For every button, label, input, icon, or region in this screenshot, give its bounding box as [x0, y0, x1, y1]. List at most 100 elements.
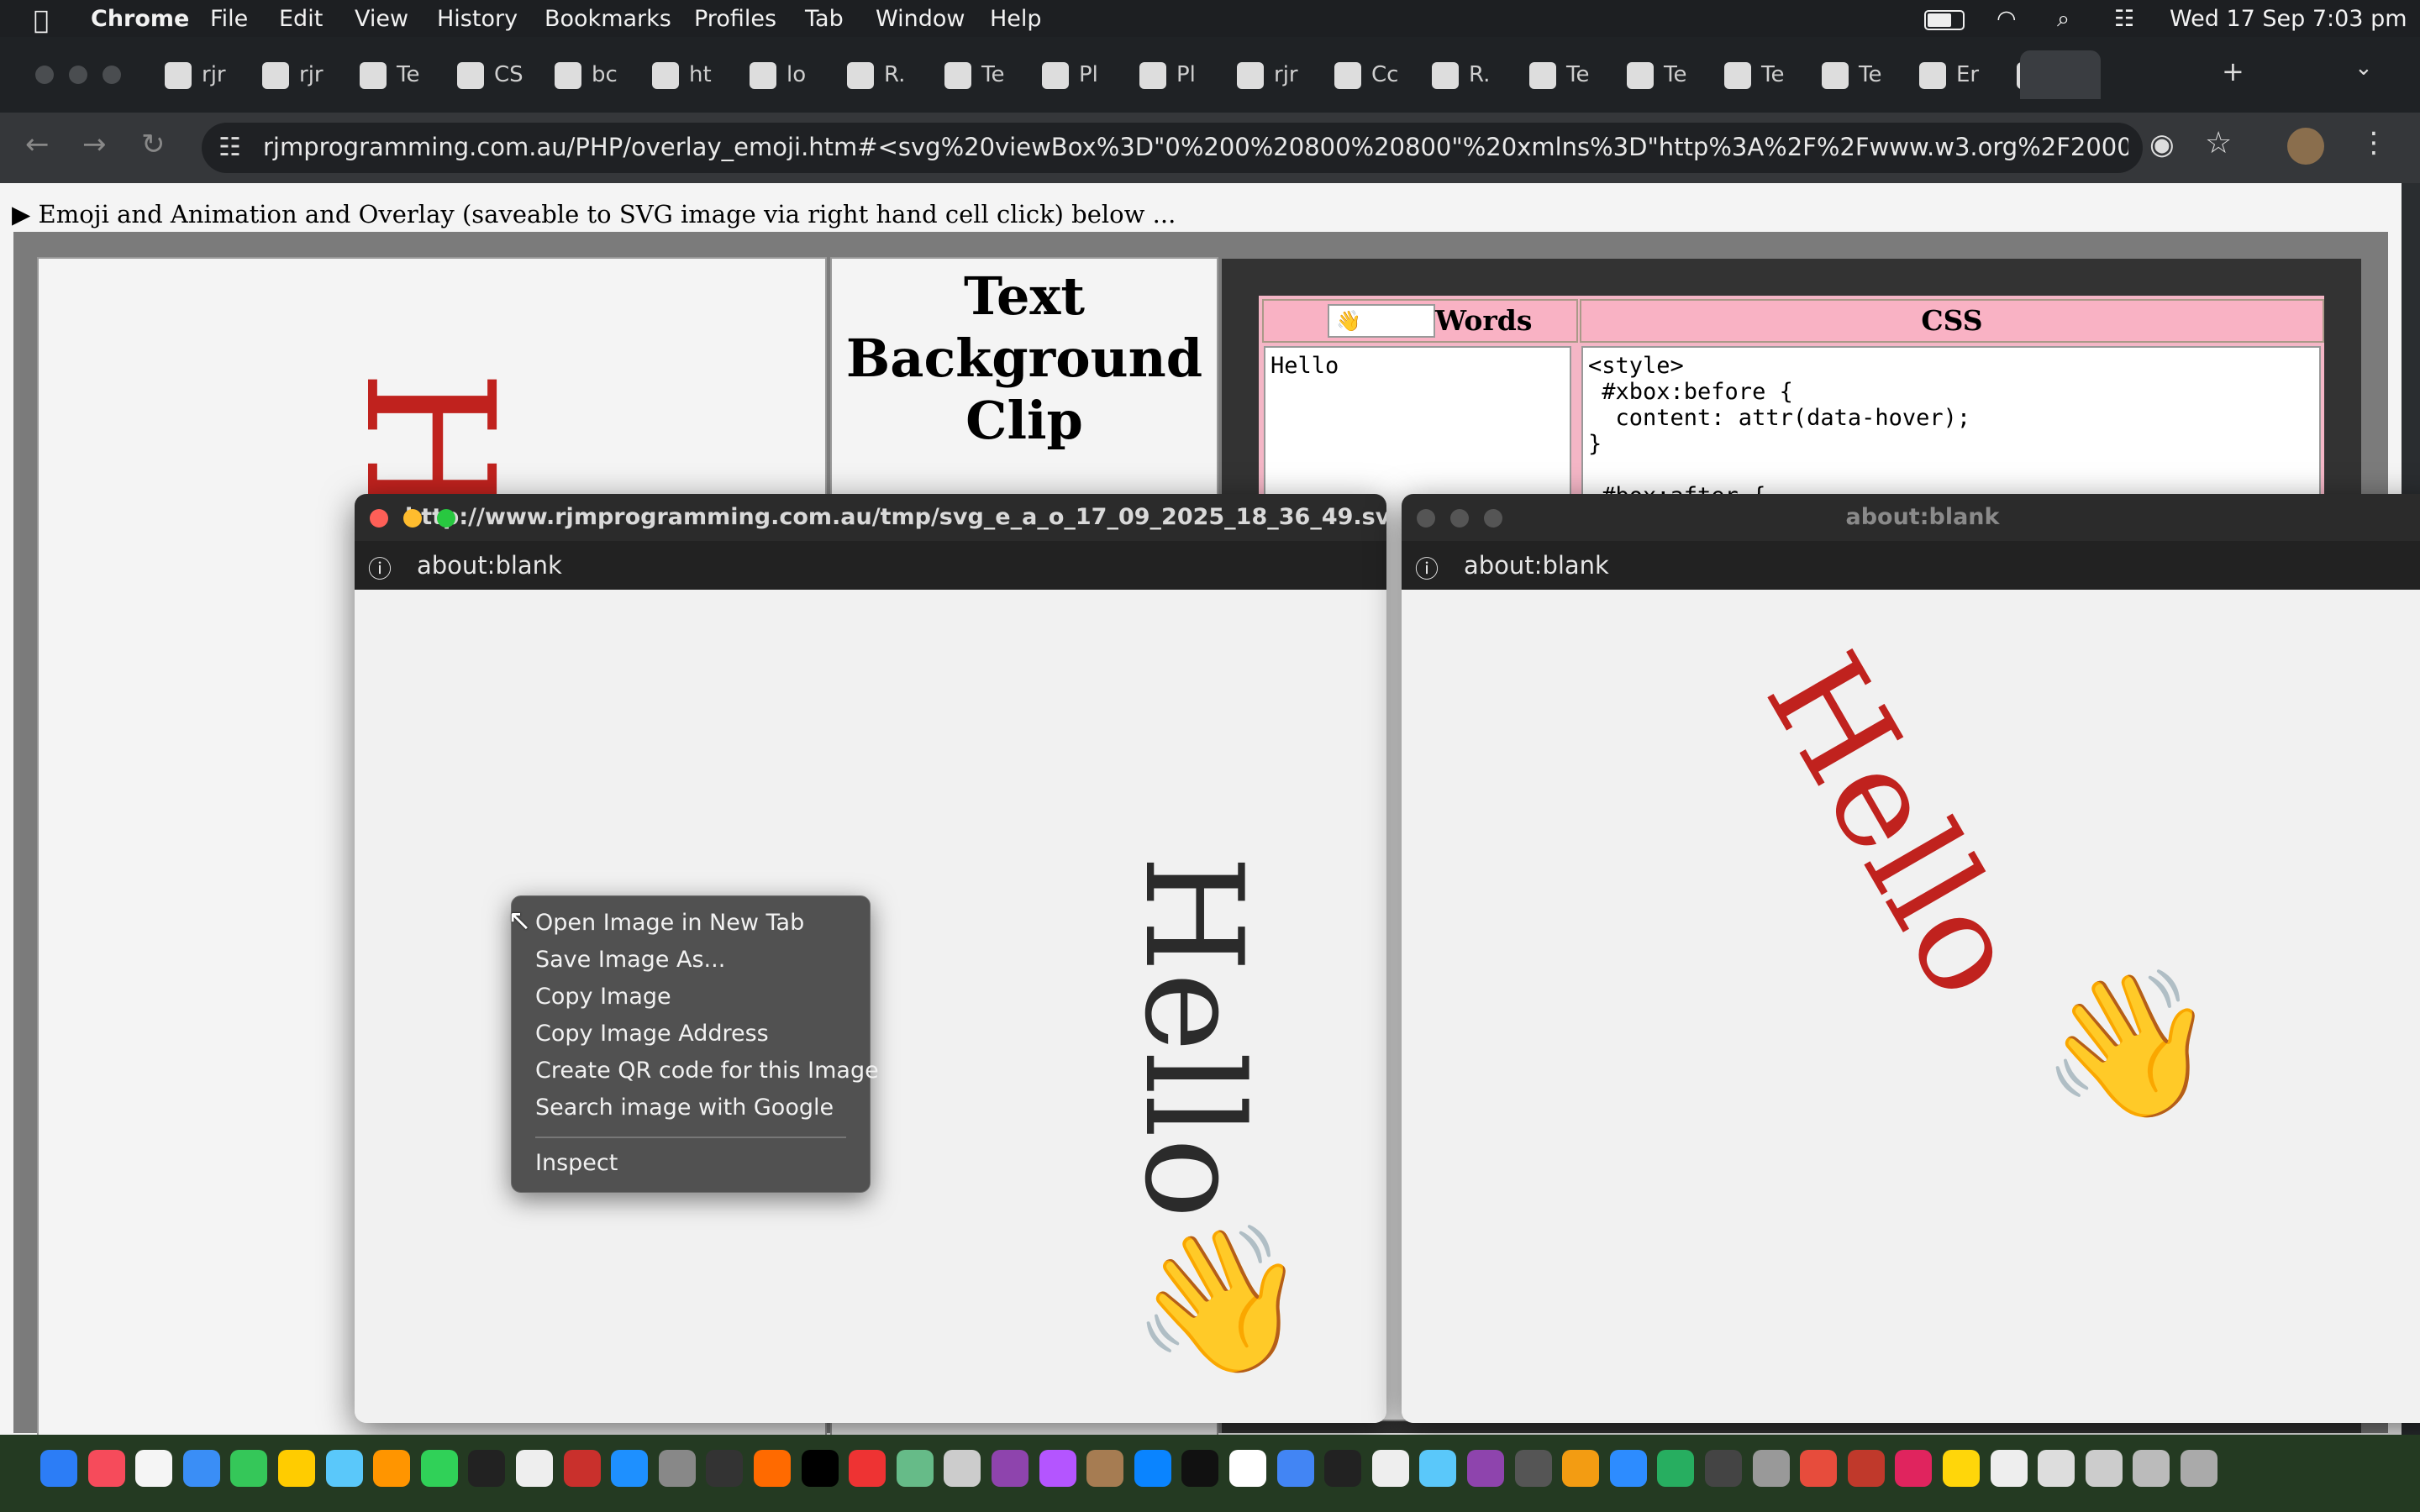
bookmark-star-icon[interactable]: ☆ — [2205, 126, 2232, 160]
blank-window-address-bar[interactable]: ⓘ about:blank — [1402, 541, 2420, 590]
dock-app-icon[interactable] — [230, 1450, 268, 1487]
reload-icon[interactable]: ↻ — [141, 128, 166, 161]
dock-app-icon[interactable] — [1419, 1450, 1457, 1487]
menu-help[interactable]: Help — [990, 6, 1042, 32]
dock-app-icon[interactable] — [1039, 1450, 1076, 1487]
dock-app-icon[interactable] — [1324, 1450, 1362, 1487]
svg-window-address-bar[interactable]: ⓘ about:blank — [355, 541, 1386, 590]
close-light[interactable] — [1417, 509, 1435, 528]
menu-copy-image[interactable]: Copy Image — [535, 984, 671, 1010]
info-icon[interactable]: ⓘ — [1415, 551, 1439, 585]
minimize-light[interactable] — [403, 509, 422, 528]
dock-app-icon[interactable] — [658, 1450, 696, 1487]
dock-app-icon[interactable] — [182, 1450, 220, 1487]
menu-search-image-google[interactable]: Search image with Google — [535, 1095, 834, 1121]
menu-edit[interactable]: Edit — [279, 6, 323, 32]
dock-app-icon[interactable] — [1800, 1450, 1838, 1487]
dock-app-icon[interactable] — [2038, 1450, 2075, 1487]
menu-clock[interactable]: Wed 17 Sep 7:03 pm — [2170, 6, 2407, 32]
active-tab[interactable] — [2020, 50, 2101, 99]
close-light[interactable] — [370, 509, 388, 528]
dock-app-icon[interactable] — [1229, 1450, 1266, 1487]
search-icon[interactable]: ⌕ — [2057, 6, 2070, 33]
zoom-light[interactable] — [1484, 509, 1502, 528]
dock-app-icon[interactable] — [2181, 1450, 2217, 1487]
dock-app-icon[interactable] — [1276, 1450, 1314, 1487]
forward-icon[interactable]: → — [82, 128, 107, 161]
close-light[interactable] — [35, 66, 54, 84]
dock-app-icon[interactable] — [135, 1450, 173, 1487]
dock-app-icon[interactable] — [1562, 1450, 1600, 1487]
tab-label: lo — [786, 62, 807, 87]
dock-app-icon[interactable] — [468, 1450, 506, 1487]
dock-app-icon[interactable] — [373, 1450, 411, 1487]
dock-app-icon[interactable] — [1943, 1450, 1980, 1487]
dock-app-icon[interactable] — [1752, 1450, 1790, 1487]
menu-inspect[interactable]: Inspect — [535, 1150, 618, 1176]
address-bar-url[interactable]: rjmprogramming.com.au/PHP/overlay_emoji.… — [263, 133, 2128, 161]
minimize-light[interactable] — [1450, 509, 1469, 528]
wifi-icon[interactable]: ◠ — [1996, 6, 2017, 32]
minimize-light[interactable] — [69, 66, 87, 84]
dock-app-icon[interactable] — [992, 1450, 1028, 1487]
profile-avatar[interactable] — [2287, 128, 2324, 165]
menu-create-qr-code[interactable]: Create QR code for this Image — [535, 1058, 879, 1084]
dock-app-icon[interactable] — [2085, 1450, 2123, 1487]
dock-app-icon[interactable] — [611, 1450, 649, 1487]
new-tab-icon[interactable]: + — [2222, 55, 2244, 87]
eye-icon[interactable]: ◉ — [2149, 128, 2175, 161]
dock-app-icon[interactable] — [563, 1450, 601, 1487]
menu-file[interactable]: File — [210, 6, 248, 32]
dock-app-icon[interactable] — [706, 1450, 744, 1487]
tab-search-chevron-icon[interactable]: ⌄ — [2354, 55, 2373, 81]
dock-app-icon[interactable] — [896, 1450, 934, 1487]
menu-save-image-as[interactable]: Save Image As... — [535, 947, 725, 973]
dock-app-icon[interactable] — [1895, 1450, 1933, 1487]
dock-app-icon[interactable] — [1467, 1450, 1504, 1487]
dock-app-icon[interactable] — [1847, 1450, 1885, 1487]
dock-app-icon[interactable] — [849, 1450, 886, 1487]
battery-icon[interactable] — [1924, 10, 1965, 30]
dock-app-icon[interactable] — [1371, 1450, 1409, 1487]
control-center-icon[interactable]: ☷ — [2114, 6, 2134, 32]
apple-icon[interactable]:  — [34, 6, 49, 35]
menu-profiles[interactable]: Profiles — [694, 6, 776, 32]
dock-app-icon[interactable] — [2133, 1450, 2170, 1487]
dock-app-icon[interactable] — [1181, 1450, 1219, 1487]
svg-window-address[interactable]: about:blank — [417, 551, 562, 580]
zoom-light[interactable] — [437, 509, 455, 528]
dock-app-icon[interactable] — [278, 1450, 315, 1487]
dock-app-icon[interactable] — [87, 1450, 125, 1487]
menu-view[interactable]: View — [355, 6, 408, 32]
menu-app-name[interactable]: Chrome — [91, 6, 189, 32]
info-icon[interactable]: ⓘ — [368, 551, 392, 585]
dock-app-icon[interactable] — [754, 1450, 791, 1487]
blank-window-address[interactable]: about:blank — [1464, 551, 1609, 580]
emoji-input[interactable]: 👋 — [1328, 304, 1435, 338]
dock-app-icon[interactable] — [325, 1450, 363, 1487]
dock-app-icon[interactable] — [1657, 1450, 1695, 1487]
dock-app-icon[interactable] — [1609, 1450, 1647, 1487]
dock-app-icon[interactable] — [516, 1450, 553, 1487]
site-info-icon[interactable]: ☷ — [218, 133, 241, 162]
dock-app-icon[interactable] — [1705, 1450, 1742, 1487]
menu-bookmarks[interactable]: Bookmarks — [544, 6, 671, 32]
menu-history[interactable]: History — [437, 6, 518, 32]
back-icon[interactable]: ← — [25, 128, 50, 161]
menu-open-image-new-tab[interactable]: Open Image in New Tab — [535, 910, 804, 936]
dock-app-icon[interactable] — [40, 1450, 77, 1487]
disclosure-triangle-icon[interactable]: ▶ — [12, 200, 30, 228]
menu-tab[interactable]: Tab — [805, 6, 844, 32]
dock-app-icon[interactable] — [1990, 1450, 2028, 1487]
menu-window[interactable]: Window — [876, 6, 965, 32]
zoom-light[interactable] — [103, 66, 121, 84]
menu-copy-image-address[interactable]: Copy Image Address — [535, 1021, 769, 1047]
dock-app-icon[interactable] — [1086, 1450, 1124, 1487]
dock-app-icon[interactable] — [1134, 1450, 1171, 1487]
dock-app-icon[interactable] — [801, 1450, 839, 1487]
dock-app-icon[interactable] — [420, 1450, 458, 1487]
more-menu-icon[interactable]: ⋮ — [2360, 126, 2388, 160]
dock-app-icon[interactable] — [1514, 1450, 1552, 1487]
dock-app-icon[interactable] — [944, 1450, 981, 1487]
details-summary[interactable]: ▶ Emoji and Animation and Overlay (savea… — [12, 200, 1176, 228]
